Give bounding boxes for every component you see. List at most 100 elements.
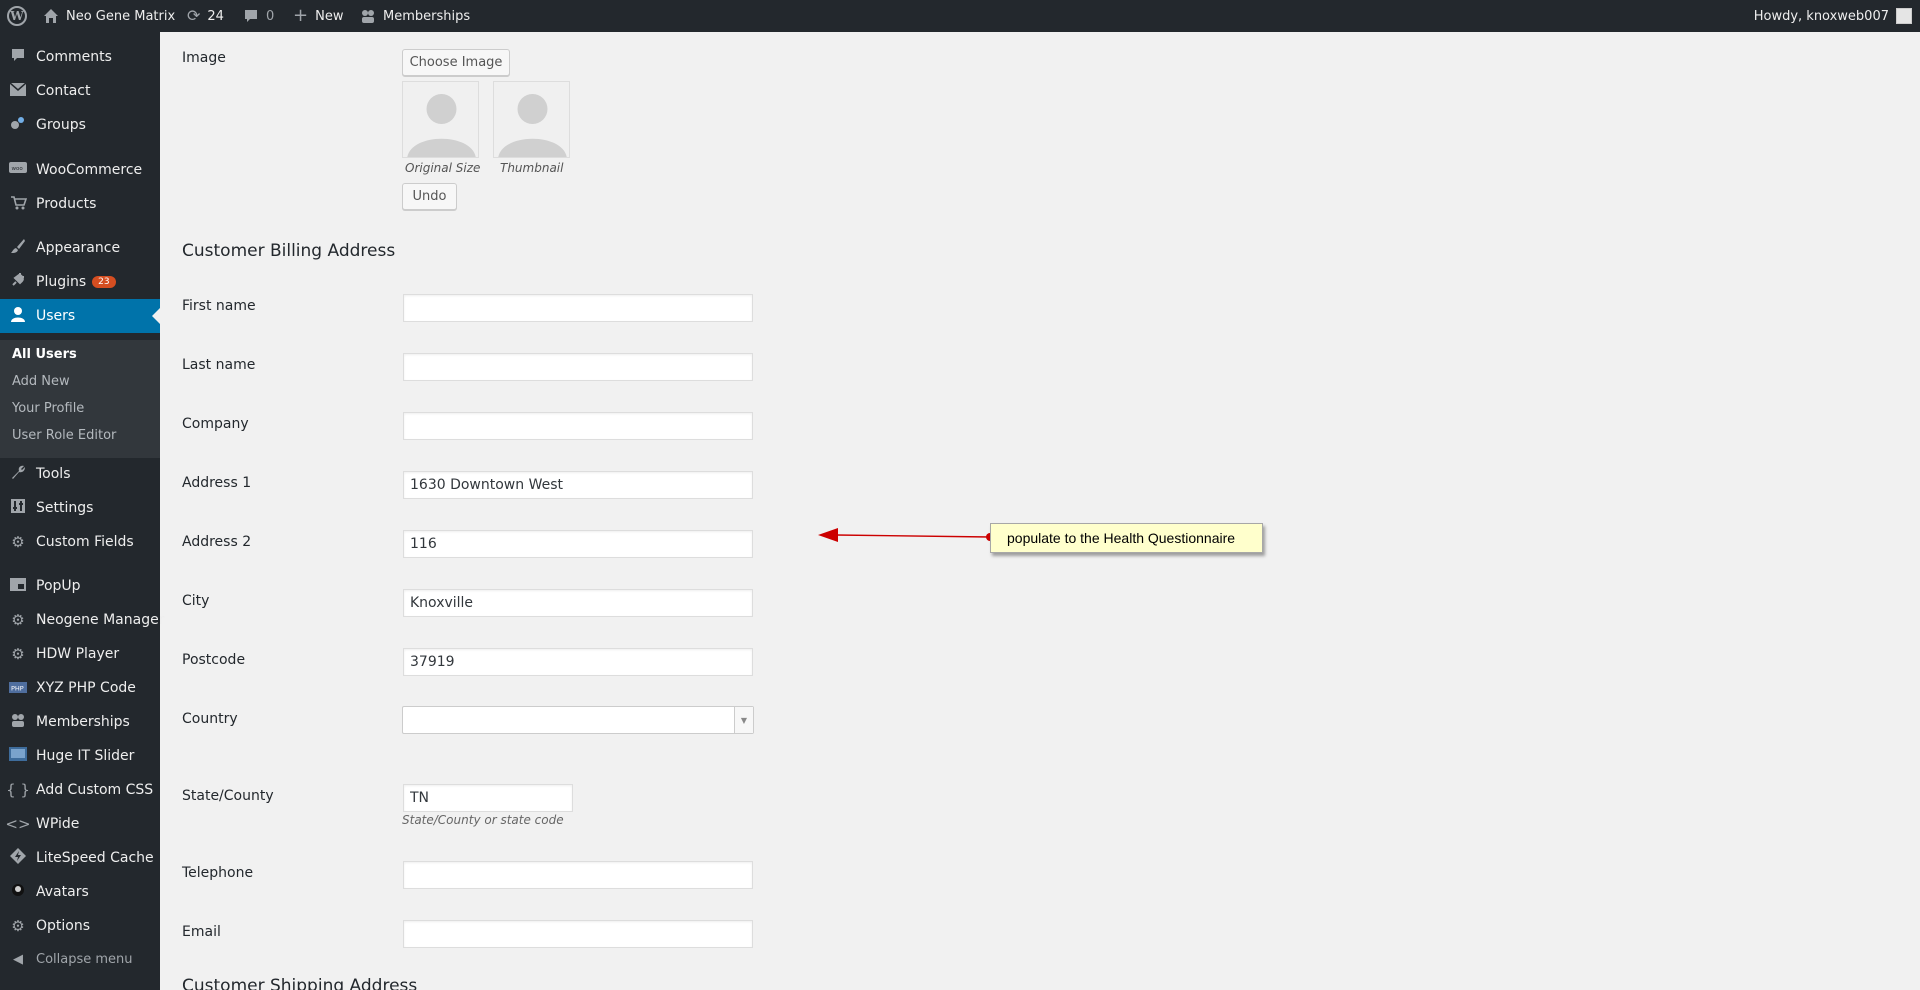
cart-icon [0, 195, 36, 214]
user-icon [0, 306, 36, 326]
menu-label: LiteSpeed Cache [36, 850, 154, 866]
telephone-field[interactable] [403, 861, 753, 889]
original-size-caption: Original Size [405, 161, 481, 175]
avatar [1896, 8, 1912, 24]
main-content: Image Choose Image Original Size Thumbna… [160, 32, 1920, 990]
menu-label: Products [36, 196, 97, 212]
menu-xyz-php-code[interactable]: PHP XYZ PHP Code [0, 671, 160, 705]
groups-icon [362, 10, 374, 23]
menu-contact[interactable]: Contact [0, 74, 160, 108]
gear-icon: ⚙ [11, 611, 25, 629]
menu-woocommerce[interactable]: woo WooCommerce [0, 153, 160, 187]
new-label: New [315, 8, 344, 24]
menu-label: Settings [36, 500, 94, 516]
menu-litespeed-cache[interactable]: LiteSpeed Cache [0, 841, 160, 875]
updates-link[interactable]: ⟳ 24 [187, 0, 224, 32]
submenu-all-users[interactable]: All Users [12, 347, 77, 362]
menu-label: HDW Player [36, 646, 120, 662]
settings-icon [0, 498, 36, 518]
menu-plugins[interactable]: Plugins 23 [0, 265, 160, 299]
menu-popup[interactable]: PopUp [0, 569, 160, 603]
menu-comments[interactable]: Comments [0, 40, 160, 74]
thumbnail-caption: Thumbnail [500, 161, 564, 175]
menu-wpide[interactable]: <> WPide [0, 807, 160, 841]
mail-icon [0, 82, 36, 100]
site-name-link[interactable]: Neo Gene Matrix [43, 0, 175, 32]
new-content-link[interactable]: + New [293, 0, 343, 32]
last-name-field[interactable] [403, 353, 753, 381]
slider-icon [0, 747, 36, 765]
postcode-field[interactable] [403, 648, 753, 676]
plugin-icon [0, 272, 36, 292]
admin-bar: W Neo Gene Matrix ⟳ 24 0 + New Membershi… [0, 0, 1920, 32]
paintbrush-icon [0, 238, 36, 258]
menu-label: Memberships [36, 714, 130, 730]
company-field[interactable] [403, 412, 753, 440]
menu-hdw-player[interactable]: ⚙ HDW Player [0, 637, 160, 671]
memberships-label: Memberships [383, 8, 471, 24]
first-name-label: First name [182, 298, 256, 314]
country-select[interactable]: ▼ [402, 706, 754, 734]
company-label: Company [182, 416, 249, 432]
collapse-label: Collapse menu [36, 951, 133, 967]
submenu-your-profile[interactable]: Your Profile [12, 401, 84, 416]
woocommerce-icon: woo [0, 161, 36, 179]
menu-options[interactable]: ⚙ Options [0, 909, 160, 943]
collapse-menu-button[interactable]: ◀ Collapse menu [0, 944, 160, 974]
annotation-text: populate to the Health Questionnaire [1007, 530, 1236, 546]
first-name-field[interactable] [403, 294, 753, 322]
postcode-label: Postcode [182, 652, 246, 668]
wordpress-logo-icon[interactable]: W [7, 0, 27, 32]
home-icon [44, 9, 58, 23]
comment-icon [0, 47, 36, 67]
billing-section-title: Customer Billing Address [182, 241, 396, 261]
menu-memberships[interactable]: Memberships [0, 705, 160, 739]
menu-groups[interactable]: Groups [0, 108, 160, 142]
braces-icon: { } [6, 781, 30, 799]
menu-neogene-manager[interactable]: ⚙ Neogene Manager [0, 603, 164, 637]
menu-appearance[interactable]: Appearance [0, 231, 160, 265]
address2-field[interactable] [403, 530, 753, 558]
menu-huge-it-slider[interactable]: Huge IT Slider [0, 739, 160, 773]
city-field[interactable] [403, 589, 753, 617]
menu-label: Tools [36, 466, 71, 482]
menu-label: Users [36, 308, 76, 324]
submenu-add-new[interactable]: Add New [12, 374, 70, 389]
memberships-link[interactable]: Memberships [360, 0, 470, 32]
address1-field[interactable] [403, 471, 753, 499]
last-name-label: Last name [182, 357, 256, 373]
menu-label: Avatars [36, 884, 89, 900]
chevron-down-icon[interactable]: ▼ [734, 707, 753, 733]
submenu-user-role-editor[interactable]: User Role Editor [12, 428, 116, 443]
menu-products[interactable]: Products [0, 187, 160, 221]
comments-count: 0 [266, 8, 275, 24]
menu-custom-fields[interactable]: ⚙ Custom Fields [0, 525, 160, 559]
address2-label: Address 2 [182, 534, 252, 550]
email-field[interactable] [403, 920, 753, 948]
state-field[interactable] [403, 784, 573, 812]
menu-tools[interactable]: Tools [0, 457, 160, 491]
country-label: Country [182, 711, 238, 727]
comments-link[interactable]: 0 [243, 0, 274, 32]
svg-text:woo: woo [12, 166, 24, 172]
groups-icon [0, 712, 36, 732]
litespeed-icon [0, 848, 36, 868]
menu-add-custom-css[interactable]: { } Add Custom CSS [0, 773, 160, 807]
php-icon: PHP [0, 679, 36, 697]
account-menu[interactable]: Howdy, knoxweb007 [1754, 0, 1912, 32]
choose-image-button[interactable]: Choose Image [402, 49, 510, 76]
groups-icon [0, 115, 36, 135]
menu-label: Neogene Manager [36, 612, 165, 628]
undo-button[interactable]: Undo [402, 183, 457, 210]
menu-label: Appearance [36, 240, 121, 256]
menu-users[interactable]: Users [0, 299, 160, 333]
refresh-icon: ⟳ [187, 6, 201, 25]
menu-label: WooCommerce [36, 162, 143, 178]
popup-icon [0, 577, 36, 595]
menu-settings[interactable]: Settings [0, 491, 160, 525]
menu-label: Plugins 23 [36, 274, 116, 290]
avatar-icon [0, 883, 36, 901]
menu-avatars[interactable]: Avatars [0, 875, 160, 909]
thumbnail-avatar [493, 81, 570, 158]
shipping-section-title: Customer Shipping Address [182, 976, 418, 990]
